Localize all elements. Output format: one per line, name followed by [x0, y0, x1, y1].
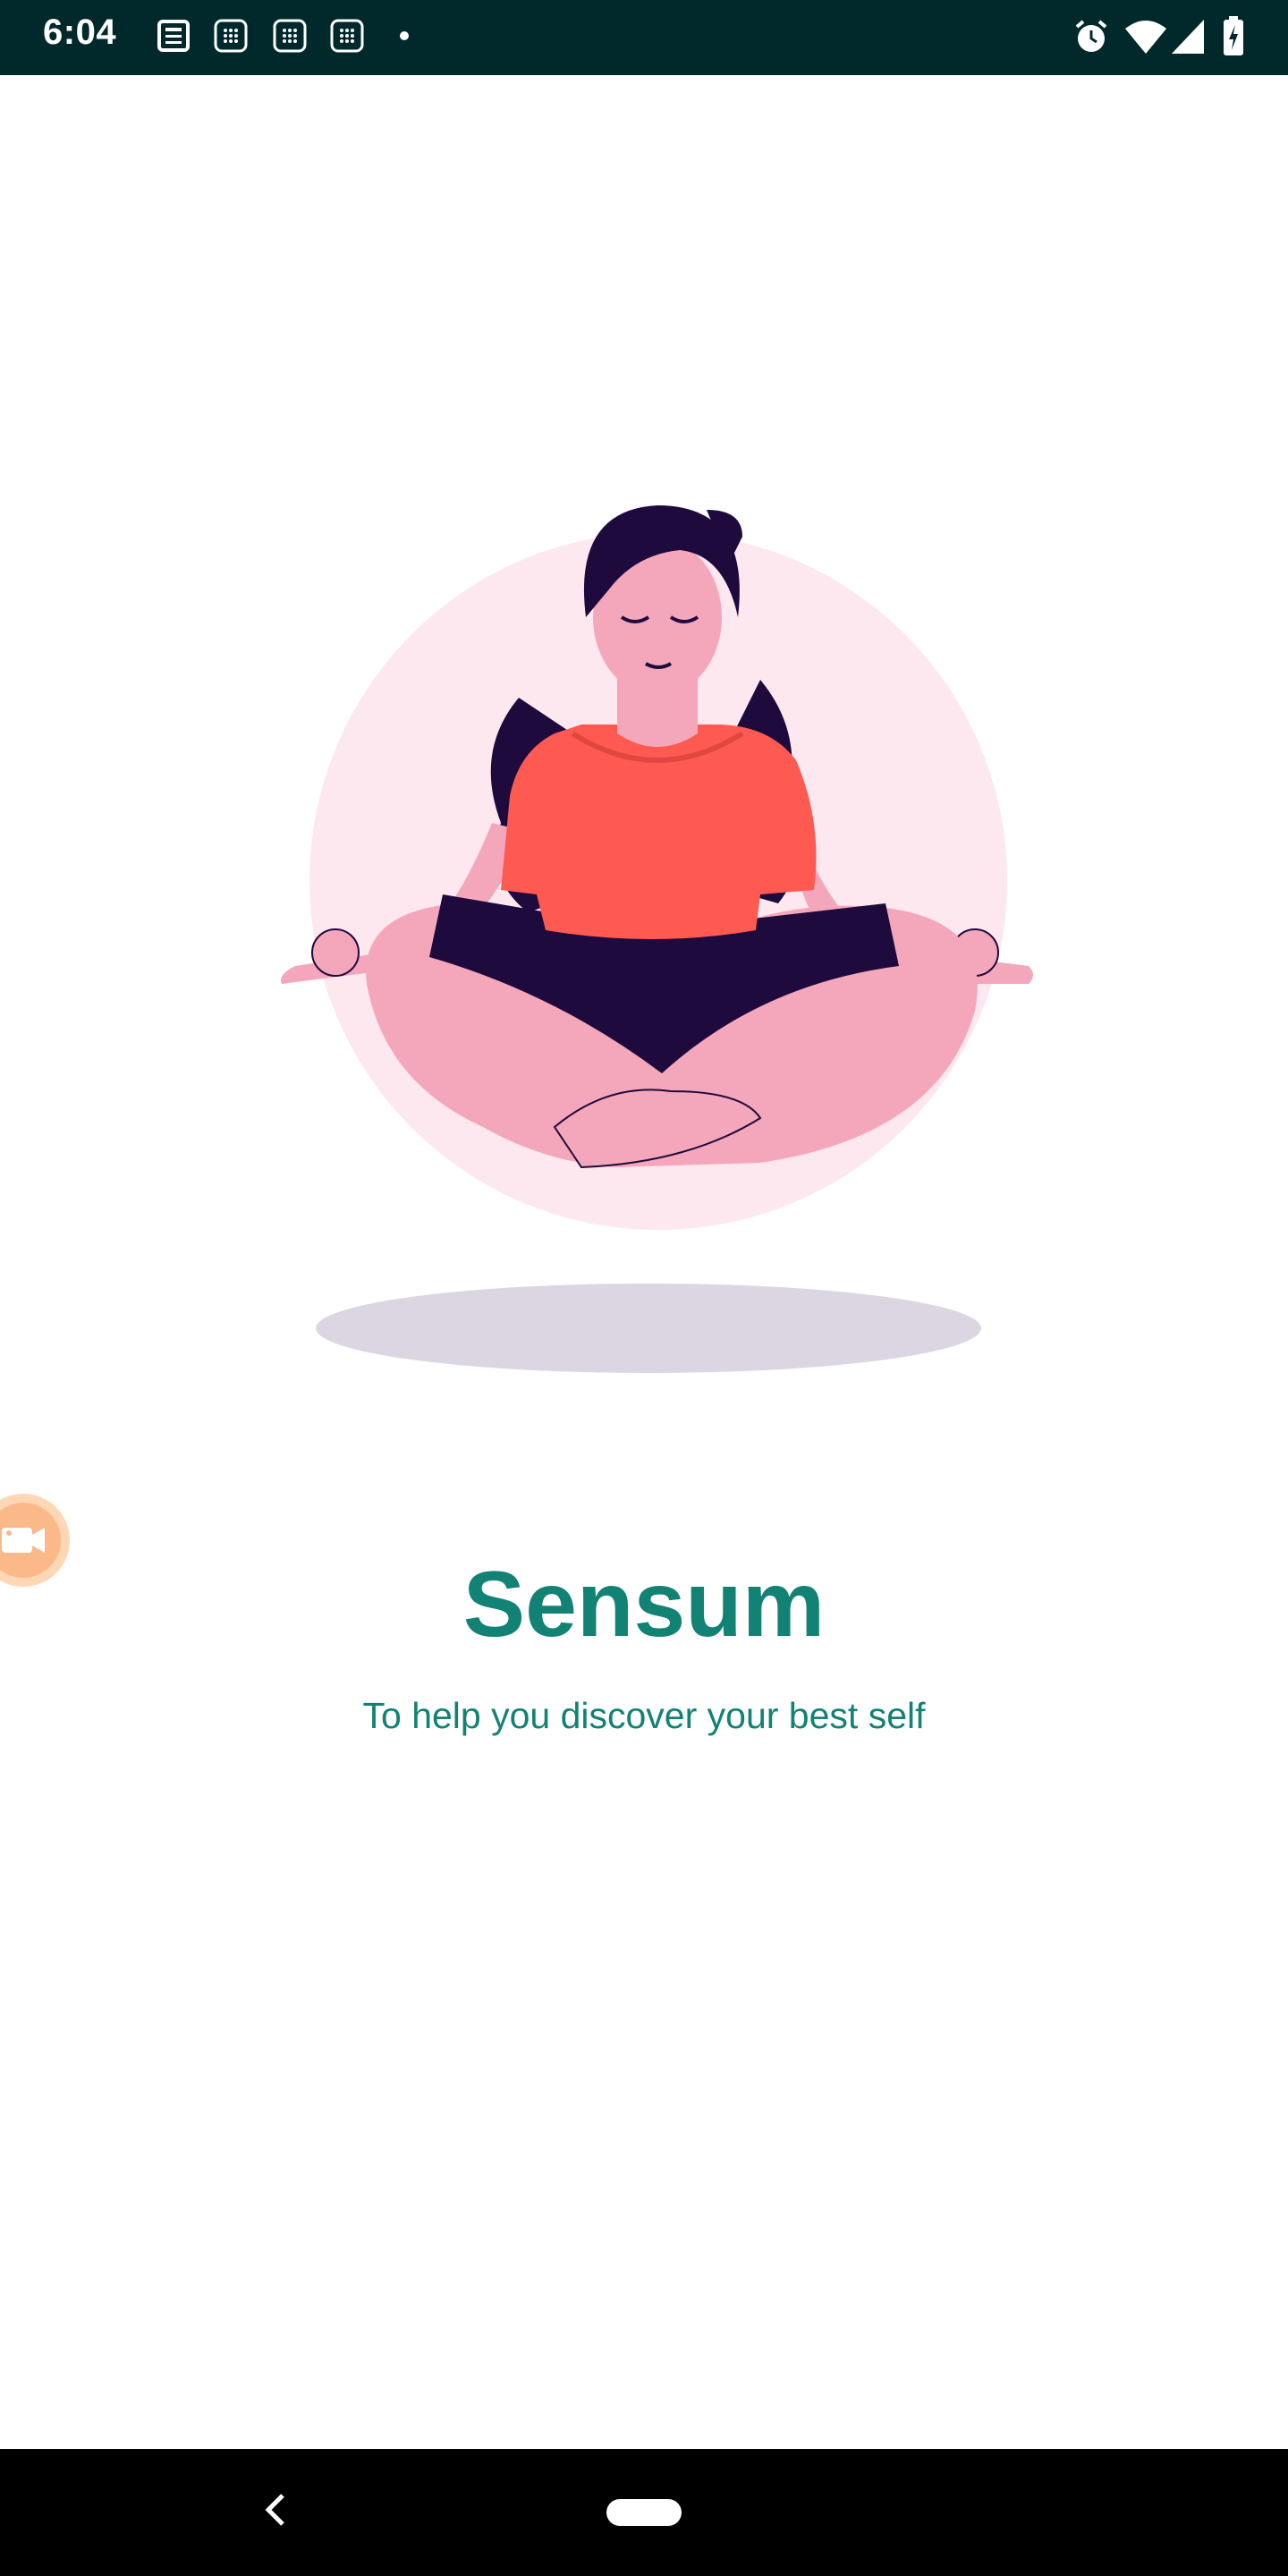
home-pill-icon[interactable]: [606, 2499, 682, 2526]
calendar-icon: [214, 19, 248, 53]
status-bar: 6:04: [0, 0, 1288, 75]
cell-signal-icon: [1172, 20, 1204, 54]
navigation-bar: [0, 2449, 1288, 2576]
news-icon: [157, 20, 190, 52]
calendar-icon: [273, 19, 307, 53]
meditation-illustration: [281, 505, 1033, 1373]
battery-icon: [1224, 16, 1243, 55]
back-icon[interactable]: [259, 2490, 292, 2529]
status-time: 6:04: [43, 13, 117, 52]
app-tagline: To help you discover your best self: [362, 1695, 926, 1736]
dot-icon: [400, 31, 409, 40]
calendar-icon: [330, 19, 364, 53]
alarm-icon: [1075, 20, 1107, 52]
app-title: Sensum: [462, 1553, 826, 1657]
wifi-icon: [1125, 21, 1166, 54]
